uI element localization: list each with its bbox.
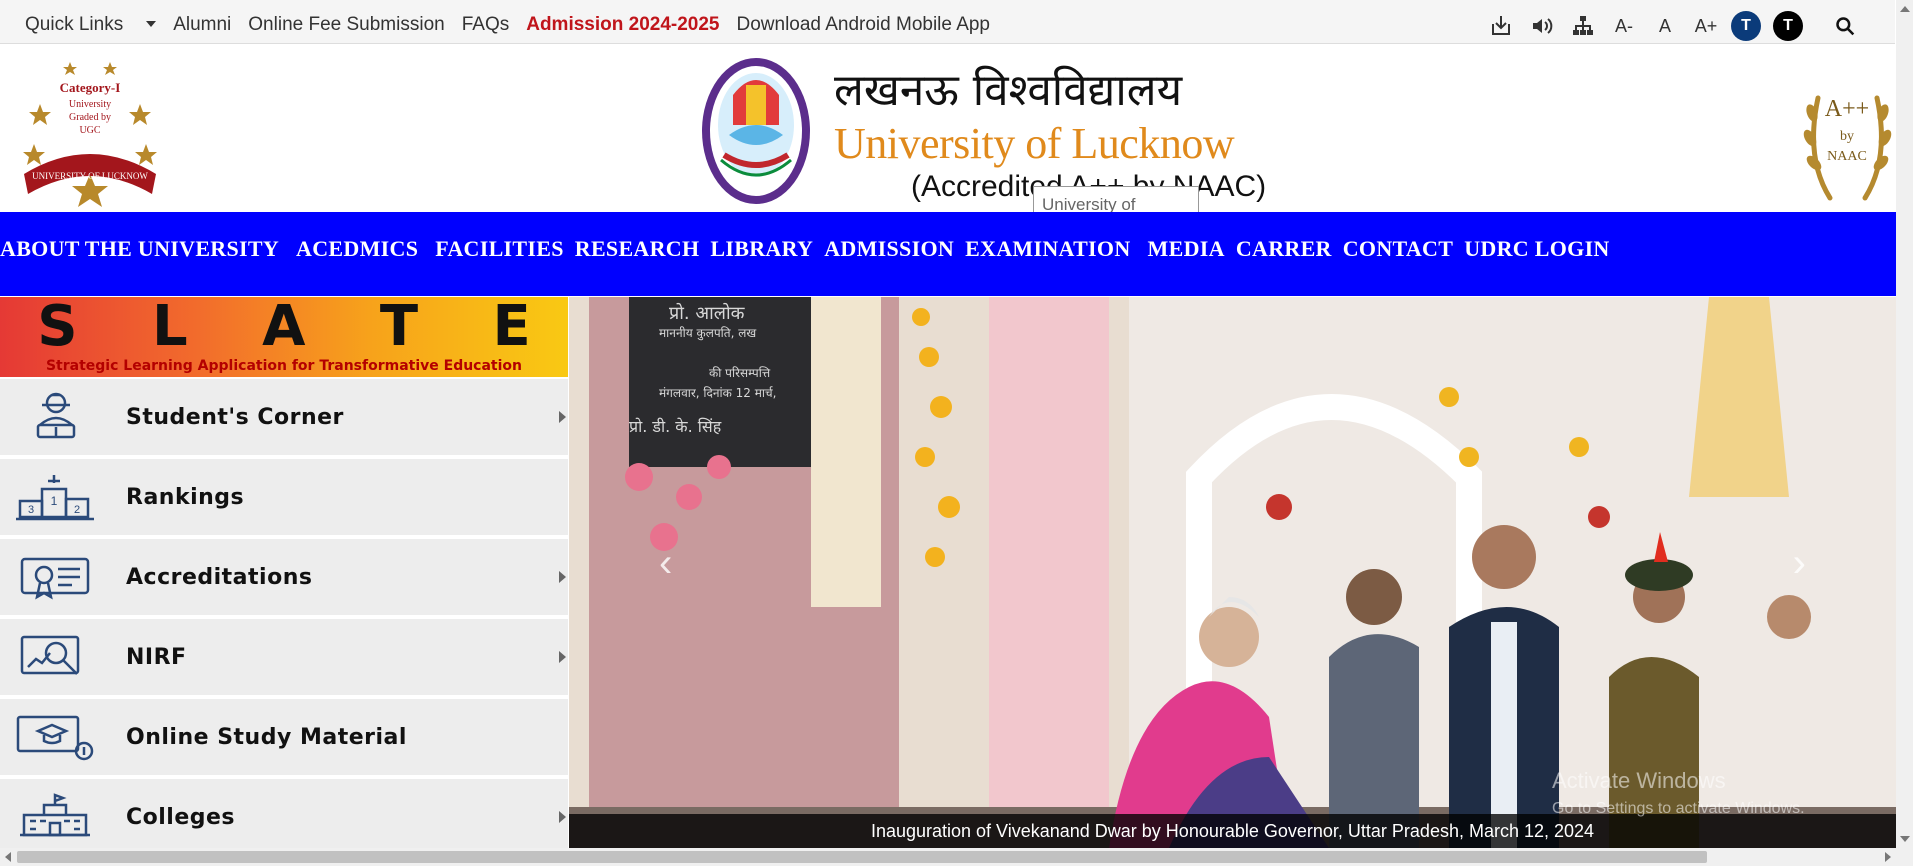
top-utility-bar: Quick Links Alumni Online Fee Submission… [0, 0, 1895, 44]
university-name-english: University of Lucknow [834, 119, 1235, 168]
podium-icon: 1 3 2 [14, 471, 96, 523]
carousel-prev-icon[interactable]: ‹ [659, 541, 672, 586]
sidebar-item-students-corner[interactable]: Student's Corner [0, 379, 568, 457]
scroll-left-icon[interactable] [5, 852, 11, 862]
sidebar-item-label: NIRF [126, 645, 187, 670]
badge-line1: Category-I [60, 80, 121, 95]
naac-badge: A++ by NAAC [1800, 68, 1895, 210]
university-logo[interactable] [699, 55, 814, 207]
naac-by: by [1840, 129, 1854, 144]
sidebar-item-nirf[interactable]: NIRF [0, 619, 568, 697]
vertical-scrollbar[interactable] [1896, 0, 1913, 848]
sidebar-item-accreditations[interactable]: Accreditations [0, 539, 568, 617]
sidebar-item-label: Rankings [126, 485, 245, 510]
nav-academics[interactable]: ACEDMICS [296, 236, 418, 262]
carousel-image: प्रो. आलोक माननीय कुलपति, लख की परिसम्पत… [569, 297, 1896, 848]
windows-activation-title: Activate Windows [1552, 768, 1726, 793]
nav-facilities[interactable]: FACILITIES [435, 236, 564, 262]
slate-subtitle: Strategic Learning Application for Trans… [45, 358, 523, 374]
category-badge: UNIVERSITY OF LUCKNOW Category-I Univers… [20, 54, 160, 212]
slate-letter-l: L [151, 293, 188, 359]
plaque-line3: की परिसम्पत्ति [709, 366, 771, 380]
university-name-hindi: लखनऊ विश्वविद्यालय [834, 65, 1183, 116]
nav-contact[interactable]: CONTACT [1343, 236, 1453, 262]
sidebar-item-colleges[interactable]: Colleges [0, 779, 568, 857]
nav-about[interactable]: ABOUT THE UNIVERSITY [0, 236, 279, 262]
carousel-next-icon[interactable]: › [1793, 541, 1806, 586]
android-app-link[interactable]: Download Android Mobile App [737, 14, 991, 36]
svg-text:2: 2 [74, 504, 80, 516]
horizontal-scroll-thumb[interactable] [17, 851, 1707, 863]
slate-letter-a: A [262, 293, 306, 359]
theme-dark-blue-button[interactable]: T [1731, 11, 1761, 41]
font-decrease-button[interactable]: A- [1608, 10, 1640, 42]
study-material-icon [14, 711, 96, 763]
sidebar-item-label: Accreditations [126, 565, 313, 590]
font-increase-button[interactable]: A+ [1690, 10, 1722, 42]
main-navigation: ABOUT THE UNIVERSITY ACEDMICS FACILITIES… [0, 212, 1898, 296]
slate-letter-t: T [379, 293, 419, 359]
sidebar-item-online-study-material[interactable]: Online Study Material [0, 699, 568, 777]
carousel-caption: Inauguration of Vivekanand Dwar by Honou… [569, 814, 1896, 848]
faqs-link[interactable]: FAQs [462, 14, 510, 36]
sidebar-item-rankings[interactable]: 1 3 2 Rankings [0, 459, 568, 537]
sitemap-icon[interactable] [1567, 10, 1599, 42]
slate-letters: S L A T E [0, 294, 568, 359]
news-carousel[interactable]: प्रो. आलोक माननीय कुलपति, लख की परिसम्पत… [569, 297, 1896, 848]
badge-line3: Graded by [69, 112, 111, 123]
plaque-line2: माननीय कुलपति, लख [659, 326, 756, 341]
theme-black-button[interactable]: T [1773, 11, 1803, 41]
caret-down-icon [146, 21, 157, 27]
certificate-icon [14, 551, 96, 603]
windows-activation-subtitle: Go to Settings to activate Windows. [1552, 800, 1805, 817]
slate-letter-e: E [492, 293, 531, 359]
student-icon [14, 391, 96, 443]
quick-links-row: Quick Links Alumni Online Fee Submission… [25, 14, 1007, 36]
svg-text:1: 1 [51, 494, 58, 508]
plaque-line5: प्रो. डी. के. सिंह [629, 417, 722, 436]
sidebar-item-label: Online Study Material [126, 725, 407, 750]
slate-letter-s: S [37, 293, 78, 359]
search-icon[interactable] [1829, 10, 1861, 42]
college-icon [14, 791, 96, 843]
scroll-up-icon[interactable] [1900, 6, 1910, 12]
nav-admission[interactable]: ADMISSION [824, 236, 954, 262]
nirf-icon [14, 631, 96, 683]
horizontal-scrollbar[interactable] [0, 848, 1913, 866]
chevron-right-icon [559, 571, 566, 583]
quick-access-sidebar: S L A T E Strategic Learning Application… [0, 294, 568, 857]
chevron-right-icon [559, 651, 566, 663]
slate-banner[interactable]: S L A T E Strategic Learning Application… [0, 294, 568, 377]
nav-examination[interactable]: EXAMINATION [965, 236, 1130, 262]
nav-career[interactable]: CARRER [1236, 236, 1332, 262]
naac-text: NAAC [1827, 149, 1867, 164]
sidebar-item-label: Student's Corner [126, 405, 344, 430]
plaque-line1: प्रो. आलोक [669, 302, 746, 324]
chevron-right-icon [559, 411, 566, 423]
scroll-right-icon[interactable] [1885, 852, 1891, 862]
plaque-line4: मंगलवार, दिनांक 12 मार्च, [659, 386, 776, 400]
speaker-icon[interactable] [1526, 10, 1558, 42]
nav-library[interactable]: LIBRARY [710, 236, 813, 262]
quick-links-dropdown[interactable]: Quick Links [25, 14, 157, 36]
scroll-down-icon[interactable] [1900, 836, 1910, 842]
sidebar-item-label: Colleges [126, 805, 236, 830]
badge-line2: University [69, 99, 111, 110]
chevron-right-icon [559, 811, 566, 823]
logo-tooltip: University of Lucknow [1033, 186, 1199, 214]
naac-grade: A++ [1825, 96, 1869, 122]
badge-ribbon-text: UNIVERSITY OF LUCKNOW [32, 171, 148, 181]
admission-link[interactable]: Admission 2024-2025 [526, 14, 719, 36]
alumni-link[interactable]: Alumni [173, 14, 231, 36]
online-fee-link[interactable]: Online Fee Submission [248, 14, 444, 36]
quick-links-label: Quick Links [25, 14, 124, 35]
nav-media[interactable]: MEDIA [1148, 236, 1225, 262]
nav-research[interactable]: RESEARCH [575, 236, 700, 262]
nav-udrc-login[interactable]: UDRC LOGIN [1464, 236, 1609, 262]
download-icon[interactable] [1485, 10, 1517, 42]
badge-line4: UGC [79, 125, 100, 136]
accessibility-tools: A- A A+ T T [1485, 10, 1870, 42]
font-normal-button[interactable]: A [1649, 10, 1681, 42]
svg-text:3: 3 [28, 504, 34, 516]
